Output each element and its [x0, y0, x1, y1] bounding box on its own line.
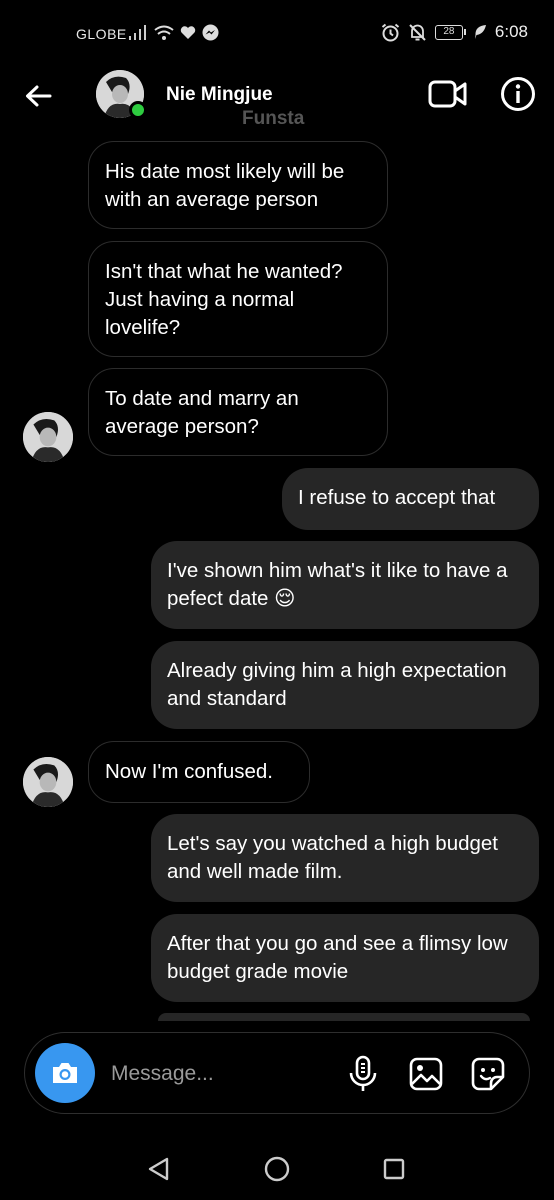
profile-photo-icon [23, 757, 73, 807]
online-status-indicator [129, 101, 147, 119]
sticker-icon [471, 1057, 505, 1091]
microphone-button[interactable] [347, 1055, 379, 1093]
mute-notifications-icon [409, 23, 426, 41]
messenger-icon [202, 24, 219, 41]
message-input[interactable] [111, 1059, 331, 1089]
triangle-back-icon [148, 1157, 169, 1181]
incoming-message[interactable]: Isn't that what he wanted? Just having a… [88, 241, 388, 357]
carrier-name: GLOBE [76, 26, 127, 42]
video-call-icon [428, 80, 467, 108]
outgoing-message[interactable]: I've shown him what's it like to have a … [151, 541, 539, 629]
square-recents-icon [383, 1158, 405, 1180]
sender-avatar[interactable] [23, 757, 73, 807]
leaf-icon [474, 25, 486, 39]
alarm-icon [381, 23, 400, 41]
outgoing-message[interactable]: Let's say you watched a high budget and … [151, 814, 539, 902]
profile-photo-icon [23, 412, 73, 462]
outgoing-message[interactable]: After that you go and see a flimsy low b… [151, 914, 539, 1002]
sender-avatar[interactable] [23, 412, 73, 462]
nav-home-button[interactable] [264, 1156, 290, 1182]
chat-screen: GLOBE 28 6:08 Nie Mingjue Funsta His dat… [0, 0, 554, 1200]
status-bar: GLOBE 28 6:08 [0, 0, 554, 68]
outgoing-message[interactable]: I refuse to accept that [282, 468, 539, 530]
contact-avatar[interactable] [96, 70, 147, 119]
outgoing-message[interactable]: Already giving him a high expectation an… [151, 641, 539, 729]
signal-icon [129, 24, 146, 40]
partial-message [158, 1013, 530, 1021]
camera-button[interactable] [35, 1043, 95, 1103]
video-call-button[interactable] [428, 78, 468, 110]
chat-header: Nie Mingjue Funsta [0, 68, 554, 134]
back-button[interactable] [20, 78, 56, 114]
back-arrow-icon [26, 85, 52, 107]
contact-name[interactable]: Nie Mingjue [166, 84, 273, 106]
clock: 6:08 [494, 22, 528, 41]
incoming-message[interactable]: To date and marry an average person? [88, 368, 388, 456]
incoming-message[interactable]: His date most likely will be with an ave… [88, 141, 388, 229]
contact-subtitle: Funsta [242, 108, 305, 129]
wifi-icon [154, 25, 174, 40]
microphone-icon [349, 1055, 377, 1091]
incoming-message[interactable]: Now I'm confused. [88, 741, 310, 803]
camera-icon [53, 1063, 77, 1083]
sticker-button[interactable] [471, 1057, 505, 1091]
system-nav-bar [0, 1140, 554, 1200]
info-icon [501, 77, 535, 111]
message-composer [24, 1032, 530, 1114]
gallery-button[interactable] [409, 1057, 443, 1091]
nav-back-button[interactable] [146, 1156, 172, 1182]
info-button[interactable] [500, 76, 536, 112]
circle-home-icon [264, 1156, 290, 1182]
gallery-icon [409, 1057, 443, 1091]
heart-icon [180, 26, 196, 39]
battery-indicator: 28 [434, 24, 466, 40]
nav-recents-button[interactable] [383, 1158, 405, 1180]
